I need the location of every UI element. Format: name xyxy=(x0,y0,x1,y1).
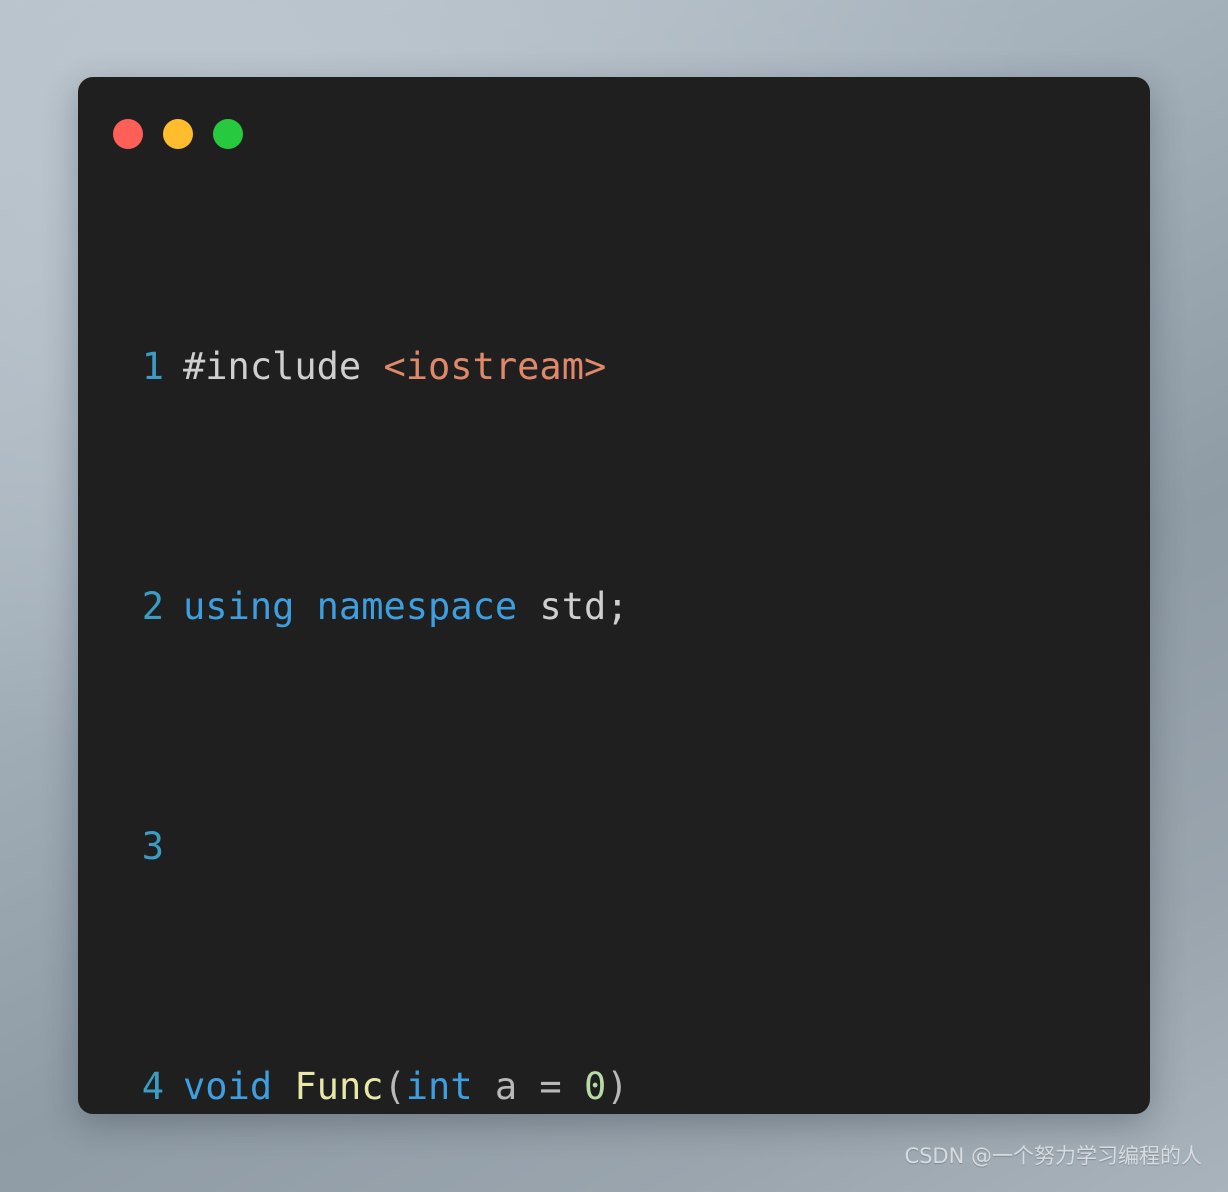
token-paren-close: ) xyxy=(606,1065,629,1108)
token-func-name: Func xyxy=(294,1065,384,1108)
code-editor[interactable]: 1 #include <iostream> 2 using namespace … xyxy=(78,157,1150,1114)
token-header-name: <iostream> xyxy=(383,345,607,388)
line-content: using namespace std; xyxy=(164,577,1150,637)
token-std: std; xyxy=(517,585,629,628)
token-void-keyword: void xyxy=(183,1065,273,1108)
token-default-zero: 0 xyxy=(584,1065,607,1108)
minimize-button-icon[interactable] xyxy=(163,119,193,149)
line-number: 4 xyxy=(141,1065,164,1108)
token-int-keyword: int xyxy=(405,1065,473,1108)
page-background: 1 #include <iostream> 2 using namespace … xyxy=(0,0,1228,1192)
maximize-button-icon[interactable] xyxy=(213,119,243,149)
code-window: 1 #include <iostream> 2 using namespace … xyxy=(78,77,1150,1114)
code-line: 4 void Func(int a = 0) xyxy=(78,1057,1150,1114)
window-titlebar xyxy=(78,77,1150,155)
token-include-directive: #include xyxy=(183,345,384,388)
line-number: 1 xyxy=(141,345,164,388)
close-button-icon[interactable] xyxy=(113,119,143,149)
token-param-a: a = xyxy=(472,1065,584,1108)
line-content: #include <iostream> xyxy=(164,337,1150,397)
token-using-namespace: using namespace xyxy=(183,585,518,628)
code-line: 3 xyxy=(78,817,1150,877)
watermark-text: CSDN @一个努力学习编程的人 xyxy=(904,1144,1202,1168)
line-number: 3 xyxy=(141,825,164,868)
line-number: 2 xyxy=(141,585,164,628)
code-line: 2 using namespace std; xyxy=(78,577,1150,637)
code-line: 1 #include <iostream> xyxy=(78,337,1150,397)
token-paren-open: ( xyxy=(383,1065,406,1108)
line-content: void Func(int a = 0) xyxy=(164,1057,1150,1114)
